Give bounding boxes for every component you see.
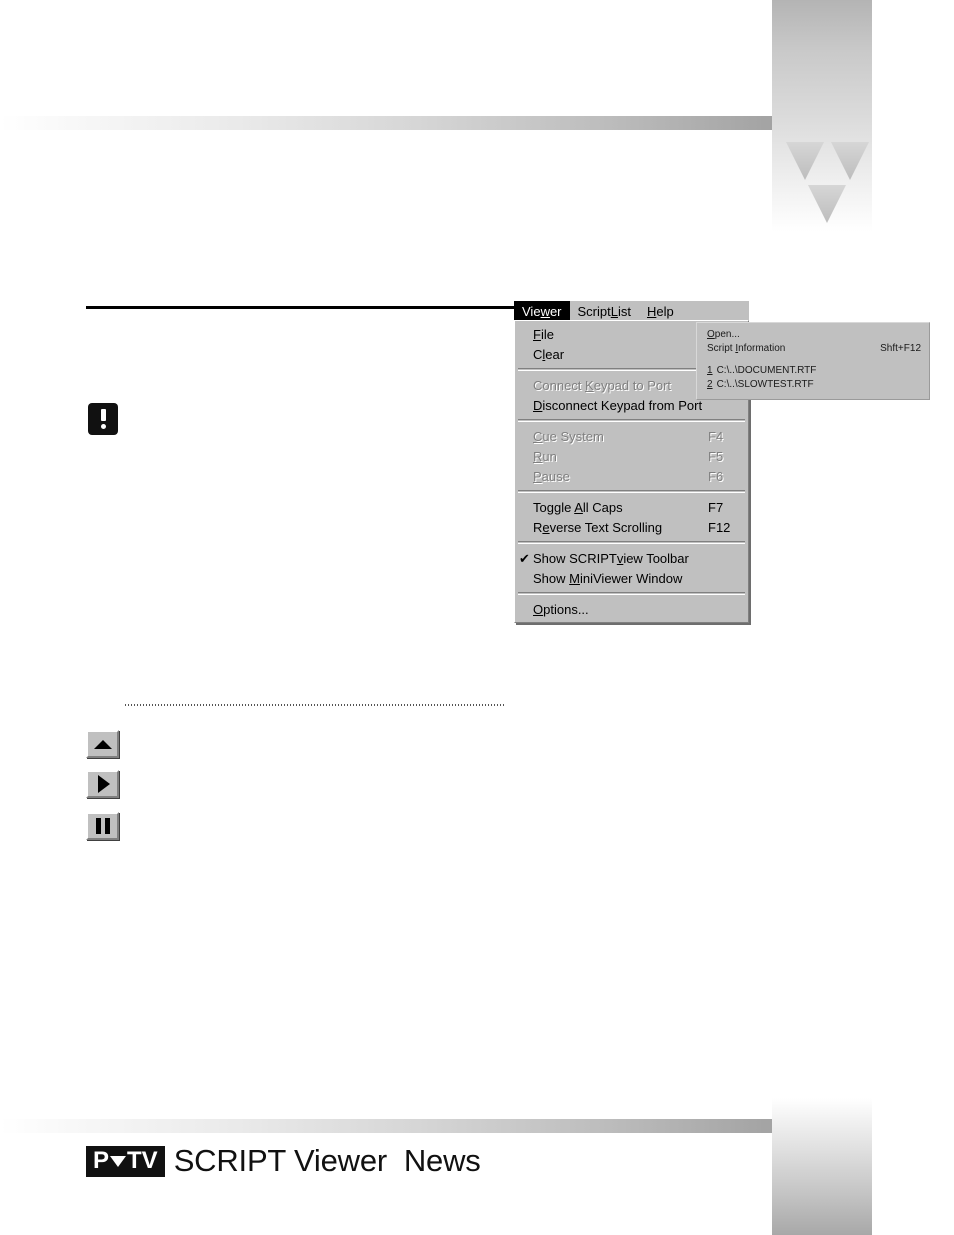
menu-item-shortcut: F4 [708, 428, 724, 444]
toolbar-button-cue[interactable] [86, 730, 119, 758]
menu-item-label: Pause [533, 468, 570, 484]
menu-item-shortcut: F5 [708, 448, 724, 464]
triangle-logo-graphic [786, 142, 870, 226]
triangle-right-icon [98, 775, 110, 793]
section-rule [86, 306, 514, 309]
menu-item-label: Run [533, 448, 557, 464]
menu-separator [518, 490, 745, 493]
submenu-item-recent-file-1[interactable]: 1 C:\..\DOCUMENT.RTF [697, 363, 929, 377]
menu-item-label: Toggle All Caps [533, 499, 623, 515]
toolbar-button-pause[interactable] [86, 812, 119, 840]
menu-separator [518, 541, 745, 544]
menu-item-shortcut: F12 [708, 519, 731, 535]
menu-separator [518, 592, 745, 595]
exclamation-dot [101, 424, 106, 429]
menu-item-label: Show SCRIPTview Toolbar [533, 550, 689, 566]
logo-badge-left: P [93, 1146, 110, 1174]
menu-item-toggle-all-caps[interactable]: Toggle All Caps F7 [515, 497, 748, 517]
menu-item-options[interactable]: Options... [515, 599, 748, 619]
product-logo: P TV SCRIPT Viewer News [86, 1143, 481, 1179]
menu-item-label: Show MiniViewer Window [533, 570, 683, 586]
header-gradient-rule [0, 116, 772, 130]
menubar: Viewer ScriptList Help [514, 301, 749, 320]
menu-item-show-scriptview-toolbar[interactable]: ✔ Show SCRIPTview Toolbar [515, 548, 748, 568]
menubar-item-label: ScriptList [577, 304, 631, 319]
submenu-item-label: Open... [707, 328, 740, 340]
triangle-down-icon [110, 1156, 127, 1167]
submenu-item-index: 2 [707, 378, 713, 390]
submenu-item-open[interactable]: Open... [697, 327, 929, 341]
submenu-item-index: 1 [707, 364, 713, 376]
menu-item-reverse-text-scrolling[interactable]: Reverse Text Scrolling F12 [515, 517, 748, 537]
submenu-item-script-information[interactable]: Script Information Shft+F12 [697, 341, 929, 355]
page-title: SCRIPT Viewer News [173, 1143, 481, 1178]
triangle-up-icon [93, 739, 112, 749]
menu-item-label: Connect Keypad to Port [533, 377, 672, 393]
toolbar-button-run[interactable] [86, 770, 119, 798]
exclamation-stem [101, 409, 106, 421]
submenu-item-recent-file-2[interactable]: 2 C:\..\SLOWTEST.RTF [697, 377, 929, 391]
menu-item-shortcut: F6 [708, 468, 724, 484]
menu-item-run: Run F5 [515, 446, 748, 466]
menu-item-cue-system: Cue System F4 [515, 426, 748, 446]
menu-item-label: Clear [533, 346, 565, 362]
menubar-item-label: Viewer [522, 304, 562, 319]
menu-item-pause: Pause F6 [515, 466, 748, 486]
menu-item-label: Reverse Text Scrolling [533, 519, 663, 535]
footer-gradient-rule [0, 1119, 772, 1133]
file-submenu: Open... Script Information Shft+F12 1 C:\..\… [696, 322, 930, 400]
menu-separator [518, 419, 745, 422]
menubar-item-viewer[interactable]: Viewer [514, 301, 570, 320]
logo-badge-right: TV [127, 1146, 158, 1174]
bottom-right-gradient-band [772, 1098, 872, 1235]
check-icon: ✔ [519, 550, 530, 566]
menu-item-label: Disconnect Keypad from Port [533, 397, 703, 413]
ptv-logo-badge: P TV [86, 1145, 165, 1177]
menu-item-label: Options... [533, 601, 589, 617]
menu-item-shortcut: F7 [708, 499, 724, 515]
menubar-item-label: Help [646, 304, 674, 319]
menu-item-show-miniviewer-window[interactable]: Show MiniViewer Window [515, 568, 748, 588]
menubar-item-scriptlist[interactable]: ScriptList [570, 301, 639, 320]
menu-item-label: Cue System [533, 428, 604, 444]
pause-icon [95, 818, 110, 834]
dotted-rule [125, 704, 506, 706]
submenu-item-label: Script Information [707, 342, 786, 354]
submenu-item-label: C:\..\DOCUMENT.RTF [716, 364, 817, 376]
menubar-item-help[interactable]: Help [639, 301, 682, 320]
exclamation-icon [88, 403, 118, 435]
submenu-item-label: C:\..\SLOWTEST.RTF [716, 378, 814, 390]
menu-item-label: File [533, 326, 554, 342]
submenu-gap [697, 355, 929, 363]
submenu-item-shortcut: Shft+F12 [880, 342, 921, 354]
